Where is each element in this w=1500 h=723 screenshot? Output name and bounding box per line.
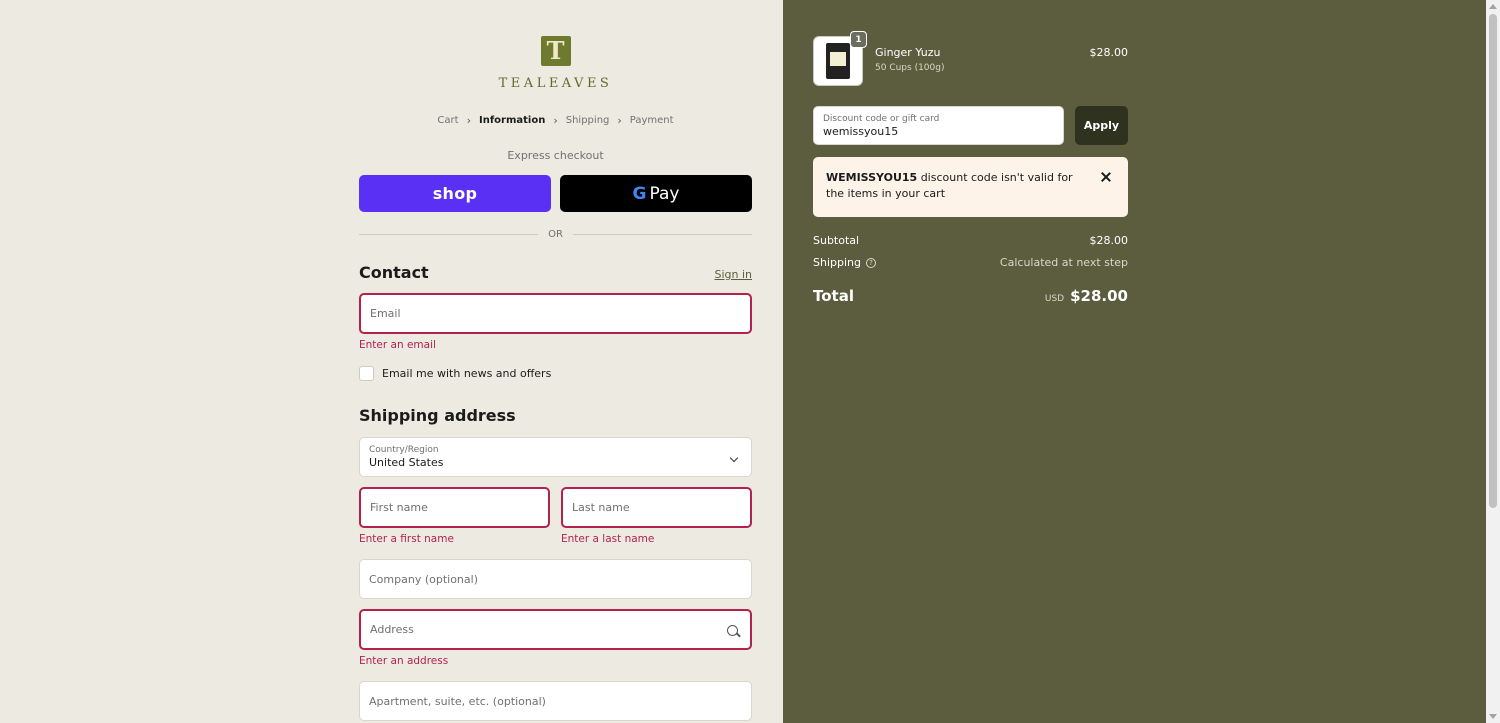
last-name-error: Enter a last name [561, 533, 655, 545]
divider-line [572, 233, 753, 235]
google-g-icon: G [632, 183, 647, 204]
shipping-address-title: Shipping address [359, 406, 516, 425]
scrollbar-thumb[interactable] [1489, 14, 1497, 508]
contact-title: Contact [359, 263, 429, 282]
currency-label: USD [1044, 294, 1065, 304]
chevron-right-icon: › [553, 114, 558, 127]
scroll-down-arrow-icon[interactable] [1489, 714, 1497, 719]
subtotal-row: Subtotal $28.00 [813, 234, 1128, 247]
brand-logo[interactable]: T TEALEAVES [359, 36, 752, 91]
scroll-up-arrow-icon[interactable] [1489, 4, 1497, 9]
total-value: $28.00 [1070, 287, 1128, 305]
address-field[interactable]: Address [359, 609, 752, 650]
google-pay-label: Pay [649, 183, 680, 204]
sign-in-link[interactable]: Sign in [700, 268, 752, 281]
discount-error-alert: WEMISSYOU15 discount code isn't valid fo… [813, 157, 1128, 217]
breadcrumb-shipping: Shipping [565, 115, 610, 126]
or-label: OR [548, 228, 563, 240]
logo-mark-icon: T [540, 36, 571, 66]
email-placeholder: Email [370, 307, 401, 320]
total-row: Total USD $28.00 [813, 287, 1128, 305]
first-name-placeholder: First name [370, 501, 428, 514]
chevron-right-icon: › [617, 114, 622, 127]
quantity-badge: 1 [850, 31, 867, 48]
first-name-error: Enter a first name [359, 533, 454, 545]
chevron-right-icon: › [466, 114, 471, 127]
shipping-label: Shipping [813, 256, 861, 269]
apartment-field[interactable]: Apartment, suite, etc. (optional) [359, 681, 752, 721]
apartment-placeholder: Apartment, suite, etc. (optional) [369, 694, 546, 708]
discount-value: wemissyou15 [823, 124, 899, 138]
page-scrollbar[interactable] [1486, 0, 1500, 723]
shipping-label-wrap: Shipping? [813, 256, 876, 269]
breadcrumb-payment: Payment [629, 115, 674, 126]
country-label: Country/Region [369, 445, 439, 455]
breadcrumb-cart[interactable]: Cart [437, 115, 458, 126]
email-field[interactable]: Email [359, 293, 752, 334]
last-name-placeholder: Last name [572, 501, 630, 514]
shipping-row: Shipping? Calculated at next step [813, 256, 1128, 269]
shipping-value: Calculated at next step [999, 256, 1128, 269]
address-placeholder: Address [370, 623, 414, 636]
google-pay-button[interactable]: G Pay [560, 175, 752, 212]
company-placeholder: Company (optional) [369, 572, 478, 586]
last-name-field[interactable]: Last name [561, 487, 752, 528]
country-select[interactable]: Country/Region United States [359, 437, 752, 477]
shop-pay-button[interactable]: shop [359, 175, 551, 212]
total-label: Total [813, 287, 854, 305]
breadcrumb: Cart › Information › Shipping › Payment [359, 114, 752, 127]
breadcrumb-information: Information [478, 115, 546, 126]
search-icon[interactable] [727, 625, 738, 636]
email-error: Enter an email [359, 339, 436, 351]
news-offers-checkbox[interactable] [359, 365, 374, 381]
subtotal-label: Subtotal [813, 234, 860, 247]
chevron-down-icon [729, 453, 739, 463]
shop-pay-label: shop [432, 184, 478, 203]
tea-tin-image [826, 43, 850, 79]
alert-code: WEMISSYOU15 [826, 171, 918, 184]
news-offers-label: Email me with news and offers [382, 366, 552, 380]
brand-name: TEALEAVES [498, 76, 613, 91]
apply-button[interactable]: Apply [1075, 106, 1128, 145]
total-amount: USD $28.00 [1045, 287, 1128, 305]
news-offers-option[interactable]: Email me with news and offers [359, 365, 551, 381]
express-checkout-label: Express checkout [507, 149, 604, 162]
subtotal-value: $28.00 [1089, 234, 1129, 247]
checkout-form-panel: T TEALEAVES Cart › Information › Shippin… [0, 0, 783, 723]
close-icon[interactable] [1100, 171, 1112, 183]
discount-label: Discount code or gift card [823, 113, 940, 124]
help-icon[interactable]: ? [866, 258, 876, 268]
product-price: $28.00 [1089, 46, 1129, 59]
product-name: Ginger Yuzu [875, 46, 941, 59]
or-divider: OR [359, 227, 753, 241]
product-variant: 50 Cups (100g) [875, 63, 945, 73]
address-error: Enter an address [359, 655, 449, 667]
divider-line [359, 233, 539, 235]
discount-code-input[interactable]: Discount code or gift card wemissyou15 [813, 106, 1064, 145]
first-name-field[interactable]: First name [359, 487, 550, 528]
country-value: United States [369, 456, 444, 469]
company-field[interactable]: Company (optional) [359, 559, 752, 599]
